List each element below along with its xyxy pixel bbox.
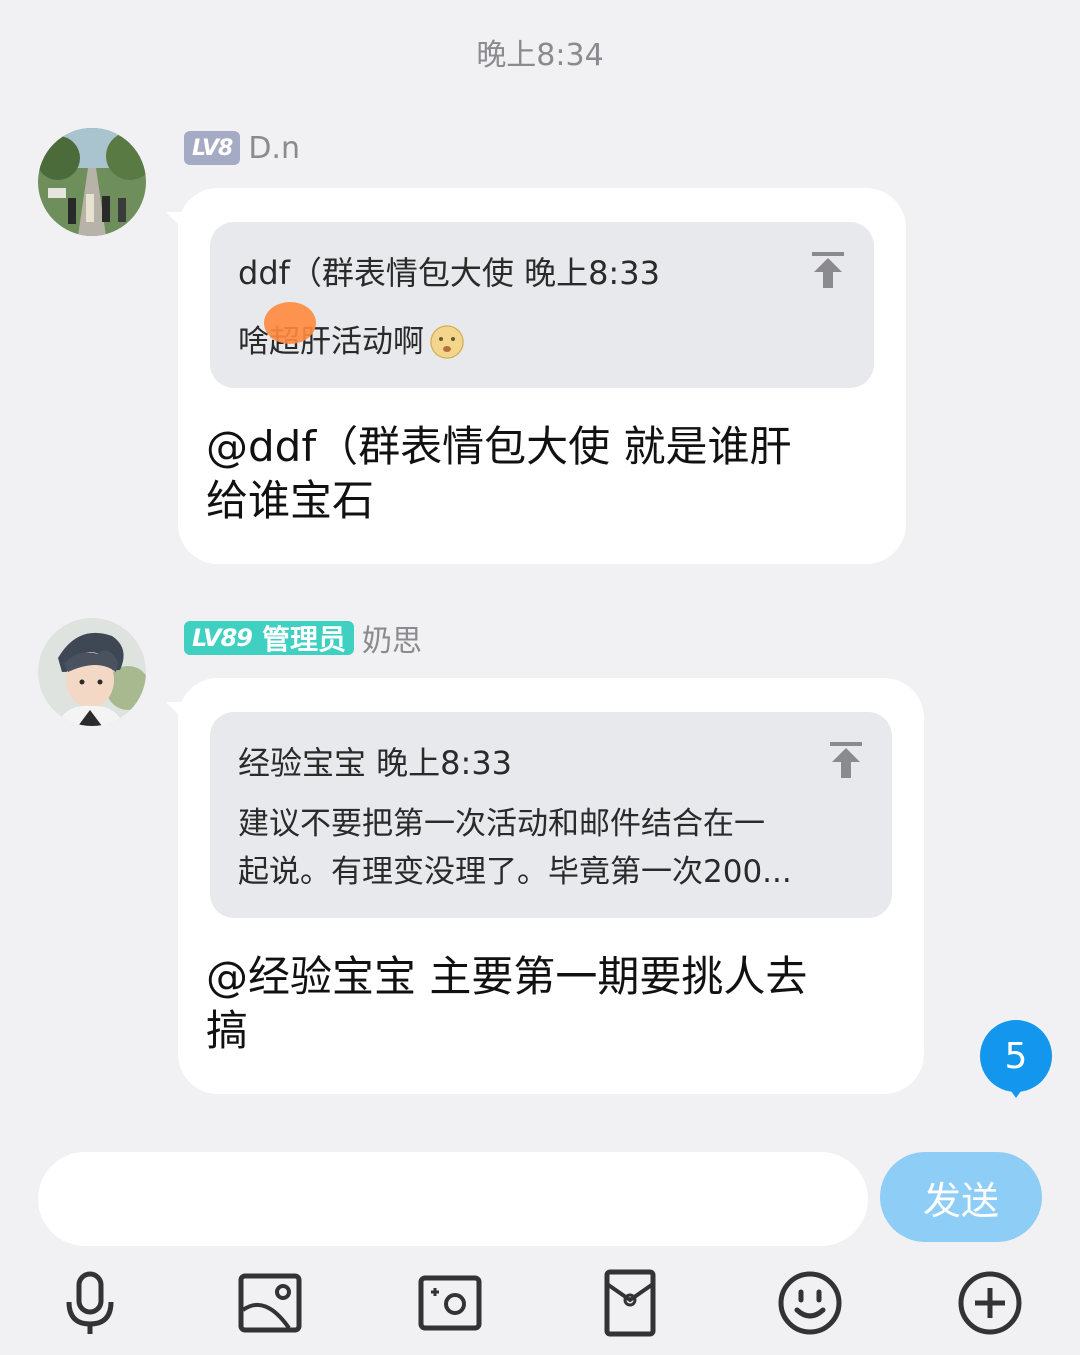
message-text: @经验宝宝 主要第一期要挑人去 搞 xyxy=(206,950,807,1058)
sender-name[interactable]: 奶思 xyxy=(362,616,422,660)
quote-author-time: 经验宝宝 晚上8:33 xyxy=(238,744,513,782)
red-packet-icon[interactable] xyxy=(595,1268,665,1338)
message-timestamp: 晚上8:34 xyxy=(476,38,604,73)
jump-to-message-icon[interactable] xyxy=(828,740,864,780)
quote-text: 建议不要把第一次活动和邮件结合在一 起说。有理变没理了。毕竟第一次200... xyxy=(238,800,792,896)
unread-badge-tail xyxy=(1006,1084,1026,1098)
message-input[interactable] xyxy=(38,1152,868,1246)
message-bubble[interactable]: 经验宝宝 晚上8:33 建议不要把第一次活动和邮件结合在一 起说。有理变没理了。… xyxy=(178,678,924,1094)
sender-name[interactable]: D.n xyxy=(248,131,300,166)
quoted-message[interactable]: ddf（群表情包大使 晚上8:33 啥超肝活动啊 xyxy=(210,222,874,388)
plus-icon[interactable] xyxy=(955,1268,1025,1338)
send-button[interactable]: 发送 xyxy=(880,1152,1042,1242)
message-bubble[interactable]: ddf（群表情包大使 晚上8:33 啥超肝活动啊 @ddf（群表情包大使 就是谁… xyxy=(178,188,906,564)
image-icon[interactable] xyxy=(235,1268,305,1338)
admin-role-label: 管理员 xyxy=(261,623,346,656)
input-bar: 发送 xyxy=(0,1128,1080,1355)
level-badge: LV89 管理员 xyxy=(184,621,354,656)
quote-text-line: 建议不要把第一次活动和邮件结合在一 xyxy=(238,806,765,842)
avatar[interactable] xyxy=(38,618,146,726)
message-text-line: 搞 xyxy=(206,1006,249,1055)
redaction-mark xyxy=(264,302,316,344)
microphone-icon[interactable] xyxy=(55,1268,125,1338)
message-text-line: @经验宝宝 主要第一期要挑人去 xyxy=(206,952,808,1001)
avatar[interactable] xyxy=(38,128,146,236)
emoji-sticker-icon xyxy=(430,325,464,359)
unread-count-badge[interactable]: 5 xyxy=(980,1020,1052,1092)
message-text-line: 给谁宝石 xyxy=(206,476,375,525)
sender-name-row: LV89 管理员 奶思 xyxy=(184,616,422,660)
quote-author-time: ddf（群表情包大使 晚上8:33 xyxy=(238,254,660,292)
level-badge: LV8 xyxy=(184,131,241,165)
level-text: LV89 xyxy=(192,624,253,652)
quoted-message[interactable]: 经验宝宝 晚上8:33 建议不要把第一次活动和邮件结合在一 起说。有理变没理了。… xyxy=(210,712,892,918)
quote-text-line: 起说。有理变没理了。毕竟第一次200... xyxy=(238,854,792,890)
jump-to-message-icon[interactable] xyxy=(810,250,846,290)
message-text: @ddf（群表情包大使 就是谁肝 给谁宝石 xyxy=(206,420,791,528)
emoji-icon[interactable] xyxy=(775,1268,845,1338)
camera-icon[interactable] xyxy=(415,1268,485,1338)
message-text-line: @ddf（群表情包大使 就是谁肝 xyxy=(206,422,792,471)
sender-name-row: LV8 D.n xyxy=(184,128,300,168)
